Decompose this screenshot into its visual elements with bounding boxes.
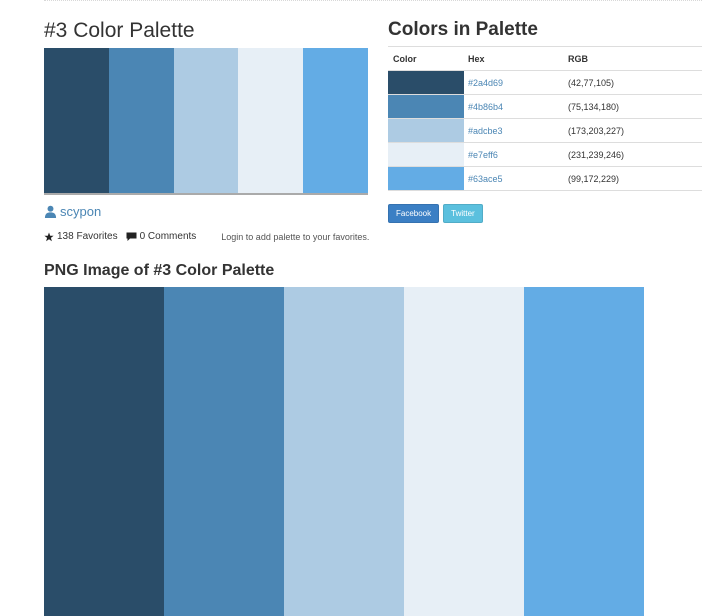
column-header-hex: Hex (464, 46, 564, 71)
comment-icon (126, 232, 137, 242)
png-swatch-4 (404, 287, 524, 616)
hex-link[interactable]: #4b86b4 (464, 94, 564, 119)
hex-link[interactable]: #63ace5 (464, 166, 564, 191)
author-name: scypon (60, 203, 102, 219)
color-chip (388, 71, 464, 94)
hex-link[interactable]: #e7eff6 (464, 142, 564, 167)
twitter-share-button[interactable]: Twitter (443, 204, 483, 223)
rgb-value: (231,239,246) (564, 142, 702, 167)
author-link[interactable]: scypon (44, 203, 101, 219)
column-header-color: Color (388, 46, 464, 71)
png-swatch-5 (524, 287, 644, 616)
png-swatch-1 (44, 287, 164, 616)
top-divider (44, 0, 702, 2)
palette-swatch-3 (173, 48, 239, 193)
palette-preview[interactable] (44, 48, 368, 195)
palette-swatch-1 (44, 48, 109, 193)
rgb-value: (173,203,227) (564, 118, 702, 143)
png-palette-image[interactable] (44, 287, 644, 616)
share-buttons: Facebook Twitter (388, 204, 483, 223)
page-title: #3 Color Palette (44, 19, 195, 42)
rgb-value: (75,134,180) (564, 94, 702, 119)
rgb-value: (99,172,229) (564, 166, 702, 191)
favorites-count: 138 Favorites (57, 231, 118, 242)
palette-swatch-5 (303, 48, 368, 193)
table-row: #2a4d69 (42,77,105) (388, 70, 702, 95)
palette-meta: 138 Favorites 0 Comments Login to add pa… (44, 230, 369, 243)
hex-link[interactable]: #2a4d69 (464, 70, 564, 95)
table-row: #4b86b4 (75,134,180) (388, 94, 702, 119)
table-row: #adcbe3 (173,203,227) (388, 118, 702, 143)
table-row: #e7eff6 (231,239,246) (388, 142, 702, 167)
palette-swatch-2 (108, 48, 174, 193)
facebook-share-button[interactable]: Facebook (388, 204, 440, 223)
colors-table: Color Hex RGB #2a4d69 (42,77,105) #4b86b… (388, 46, 702, 191)
color-chip (388, 167, 464, 190)
table-row: #63ace5 (99,172,229) (388, 166, 702, 191)
star-icon (44, 232, 54, 242)
user-icon (44, 205, 57, 218)
comments-count[interactable]: 0 Comments (140, 231, 197, 242)
png-section-title: PNG Image of #3 Color Palette (44, 262, 275, 279)
png-swatch-2 (164, 287, 284, 616)
color-chip (388, 143, 464, 166)
color-chip (388, 119, 464, 142)
rgb-value: (42,77,105) (564, 70, 702, 95)
png-swatch-3 (284, 287, 404, 616)
login-hint: Login to add palette to your favorites. (221, 231, 370, 242)
table-header-row: Color Hex RGB (388, 46, 702, 71)
column-header-rgb: RGB (564, 46, 702, 71)
color-chip (388, 95, 464, 118)
palette-swatch-4 (238, 48, 304, 193)
colors-panel-title: Colors in Palette (388, 19, 538, 40)
hex-link[interactable]: #adcbe3 (464, 118, 564, 143)
